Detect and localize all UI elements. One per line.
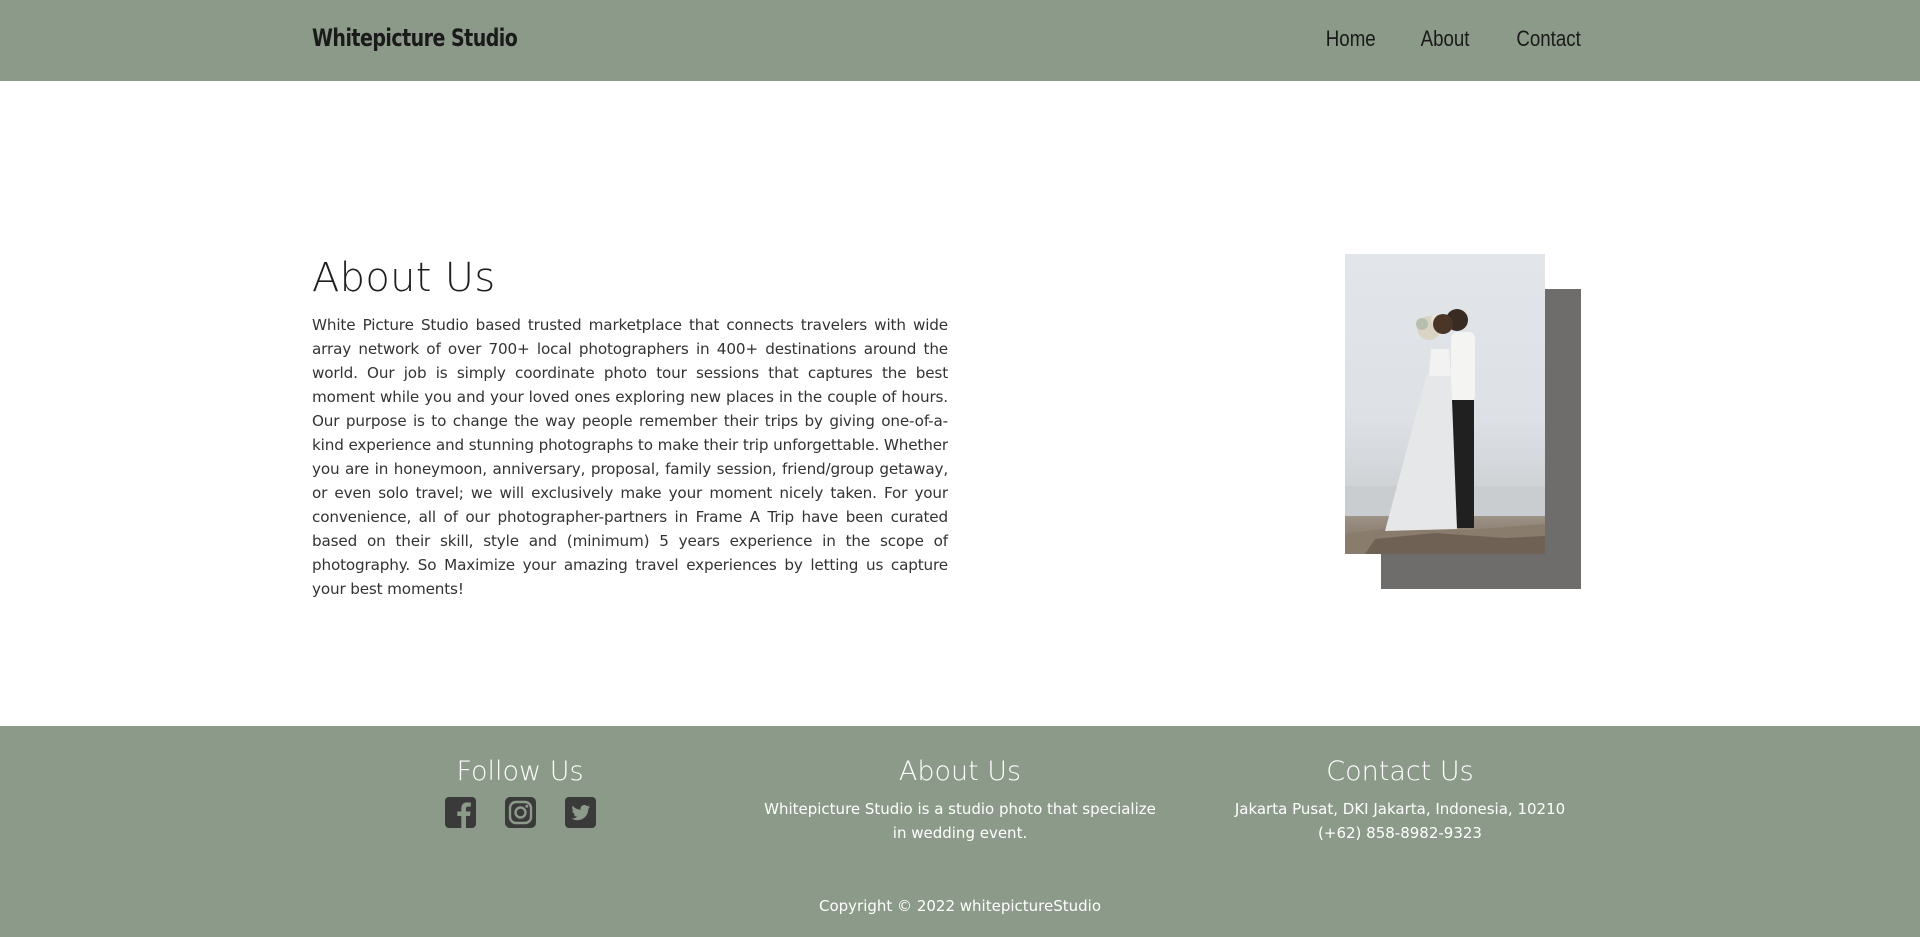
footer-about-text: Whitepicture Studio is a studio photo th… (764, 800, 1156, 842)
wedding-couple-illustration (1345, 309, 1545, 554)
twitter-icon[interactable] (564, 797, 596, 828)
social-links (420, 797, 620, 828)
nav-about-link[interactable]: About (1420, 26, 1469, 52)
footer-about-column: About Us Whitepicture Studio is a studio… (750, 756, 1170, 845)
instagram-icon[interactable] (504, 797, 536, 828)
footer: Follow Us About Us Whitepicture Studio i… (0, 726, 1920, 937)
nav-home-link[interactable]: Home (1326, 26, 1376, 52)
about-photo (1345, 254, 1545, 554)
facebook-icon[interactable] (444, 797, 476, 828)
about-section: About Us White Picture Studio based trus… (312, 255, 948, 601)
nav-menu: Home About Contact (1281, 26, 1581, 52)
about-description: White Picture Studio based trusted marke… (312, 316, 948, 598)
about-title: About Us (312, 255, 496, 301)
navbar: Whitepicture Studio Home About Contact (0, 0, 1920, 81)
contact-title: Contact Us (1326, 756, 1474, 787)
footer-follow-column: Follow Us (420, 756, 620, 828)
nav-contact-link[interactable]: Contact (1517, 26, 1581, 52)
copyright-text: Copyright © 2022 whitepictureStudio (819, 897, 1101, 915)
contact-phone: (+62) 858-8982-9323 (1318, 824, 1482, 842)
follow-title: Follow Us (456, 756, 584, 787)
contact-address: Jakarta Pusat, DKI Jakarta, Indonesia, 1… (1234, 800, 1566, 818)
footer-contact-column: Contact Us Jakarta Pusat, DKI Jakarta, I… (1220, 756, 1580, 845)
brand-logo[interactable]: Whitepicture Studio (312, 24, 518, 52)
footer-about-title: About Us (898, 756, 1022, 787)
about-photo-frame (1345, 254, 1582, 589)
